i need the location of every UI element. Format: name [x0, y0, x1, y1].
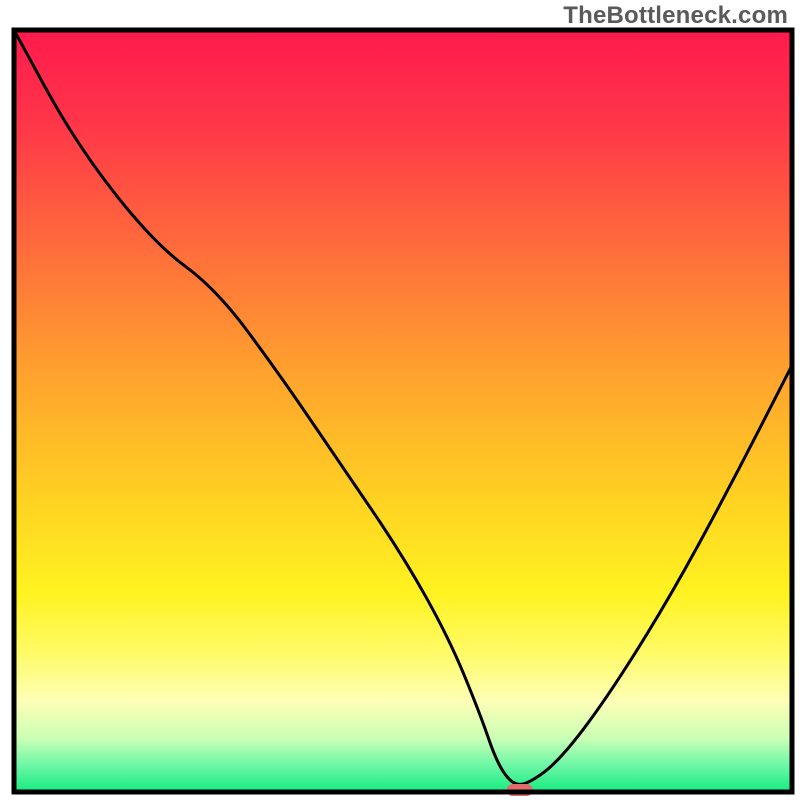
chart-svg: [0, 0, 800, 800]
plot-background: [14, 30, 792, 792]
bottleneck-chart: TheBottleneck.com: [0, 0, 800, 800]
watermark-text: TheBottleneck.com: [563, 2, 788, 30]
